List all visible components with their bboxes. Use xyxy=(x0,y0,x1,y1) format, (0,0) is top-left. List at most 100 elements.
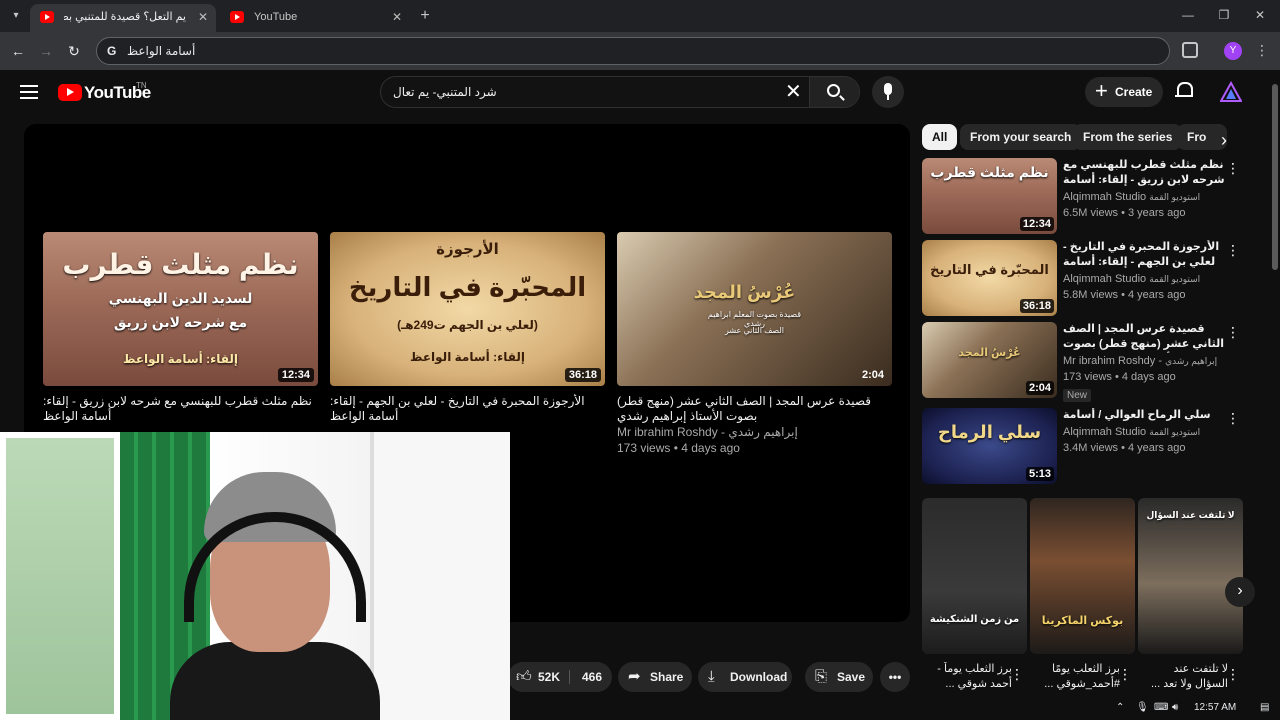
notifications-bell-icon[interactable] xyxy=(1175,82,1193,100)
forward-arrow-icon[interactable]: → xyxy=(36,41,56,61)
new-tab-button[interactable]: + xyxy=(416,6,434,26)
rec-thumbnail[interactable]: المحبّرة في التاريخ 36:18 xyxy=(922,240,1057,316)
short-thumbnail[interactable]: بوكس الماكرينا xyxy=(1030,498,1135,654)
thumbs-up-icon[interactable]: 👍︎ xyxy=(516,662,532,692)
more-vertical-icon[interactable]: ⋮ xyxy=(1226,666,1240,683)
short-title[interactable]: برز الثعلب يومًا #أحمد_شوقي ... xyxy=(1030,662,1120,694)
shorts-next-chevron-icon[interactable]: › xyxy=(1225,577,1255,607)
create-button[interactable]: Create xyxy=(1085,76,1163,107)
recommendation-item[interactable]: المحبّرة في التاريخ 36:18 الأرجوزة المحب… xyxy=(922,240,1252,316)
thumb-caption: الصف الثاني عشر xyxy=(724,326,785,335)
endcard-video[interactable]: الأرجوزة المحبّرة في التاريخ (لعلي بن ال… xyxy=(330,232,605,424)
more-vertical-icon[interactable]: ⋮ xyxy=(1010,666,1024,683)
search-button[interactable] xyxy=(809,77,859,107)
more-vertical-icon[interactable]: ⋮ xyxy=(1226,242,1240,259)
more-actions-button[interactable]: ••• xyxy=(880,662,910,692)
close-tab-icon[interactable]: ✕ xyxy=(198,4,208,30)
short-title[interactable]: لا تلتفت عند السؤال ولا تعد ... xyxy=(1138,662,1228,694)
dislike-count[interactable]: 466 xyxy=(582,662,602,692)
rec-channel[interactable]: Alqimmah Studio استوديو القمة xyxy=(1063,424,1228,440)
reload-icon[interactable]: ↻ xyxy=(64,41,84,61)
rec-title[interactable]: نظم مثلث قطرب للبهنسي مع شرحه لابن زريق … xyxy=(1063,158,1228,189)
youtube-favicon-icon xyxy=(40,11,54,23)
extensions-puzzle-icon[interactable] xyxy=(1182,42,1198,58)
back-arrow-icon[interactable]: ← xyxy=(8,41,28,61)
youtube-header: YouTube TN شرد المتنبي- يم تعال ✕ Create xyxy=(0,70,1280,116)
rec-stats: 173 views • 4 days ago xyxy=(1063,371,1176,383)
rec-channel[interactable]: Mr ibrahim Roshdy - إبراهيم رشدي xyxy=(1063,353,1228,369)
tab-title: YouTube xyxy=(254,11,298,23)
minimize-icon[interactable]: — xyxy=(1178,8,1198,22)
download-label: Download xyxy=(730,670,788,684)
youtube-favicon-icon xyxy=(230,11,244,23)
download-button[interactable]: ⤓ Download xyxy=(698,662,792,692)
endcard-thumbnail[interactable]: الأرجوزة المحبّرة في التاريخ (لعلي بن ال… xyxy=(330,232,605,386)
thumb-caption: المحبّرة في التاريخ xyxy=(930,262,1049,277)
endcard-video[interactable]: عُرْسُ المجد قصيدة بصوت المعلم ابراهيم ر… xyxy=(617,232,892,456)
recommendation-item[interactable]: عُرْسُ المجد 2:04 قصيدة عرس المجد | الصف… xyxy=(922,322,1252,402)
account-avatar-icon[interactable] xyxy=(1220,81,1242,103)
more-vertical-icon[interactable]: ⋮ xyxy=(1226,324,1240,341)
rec-channel[interactable]: Alqimmah Studio استوديو القمة xyxy=(1063,189,1228,205)
short-thumbnail[interactable]: لا تلتفت عند السؤال xyxy=(1138,498,1243,654)
clock[interactable]: 12:57 AM xyxy=(1194,702,1236,713)
profile-avatar[interactable]: Y xyxy=(1224,42,1242,60)
microphone-icon[interactable]: 🎙︎ xyxy=(1136,702,1149,713)
tab-youtube[interactable]: YouTube ✕ xyxy=(220,4,410,32)
rec-thumbnail[interactable]: نظم مثلث قطرب 12:34 xyxy=(922,158,1057,234)
more-vertical-icon[interactable]: ⋮ xyxy=(1118,666,1132,683)
endcard-title[interactable]: الأرجوزة المحبرة في التاريخ - لعلي بن ال… xyxy=(330,394,605,424)
search-input[interactable]: شرد المتنبي- يم تعال xyxy=(393,85,497,99)
share-button[interactable]: ➦ Share xyxy=(618,662,692,692)
rec-channel[interactable]: Alqimmah Studio استوديو القمة xyxy=(1063,271,1228,287)
duration-badge: 12:34 xyxy=(277,368,314,382)
search-box[interactable]: شرد المتنبي- يم تعال ✕ xyxy=(380,76,860,108)
save-button[interactable]: ⎘ Save xyxy=(805,662,873,692)
rec-thumbnail[interactable]: سلي الرماح 5:13 xyxy=(922,408,1057,484)
rec-title[interactable]: قصيدة عرس المجد | الصف الثاني عشر (منهج … xyxy=(1063,322,1228,353)
scrollbar-thumb[interactable] xyxy=(1272,84,1278,270)
chip-from-the-series[interactable]: From the series xyxy=(1073,124,1183,150)
webcam-person xyxy=(170,472,380,720)
browser-menu-icon[interactable]: ⋮ xyxy=(1254,40,1270,60)
recommendation-item[interactable]: نظم مثلث قطرب 12:34 نظم مثلث قطرب للبهنس… xyxy=(922,158,1252,234)
chips-next-chevron-icon[interactable]: › xyxy=(1216,130,1232,150)
hamburger-menu-icon[interactable] xyxy=(20,85,38,99)
endcard-thumbnail[interactable]: نظم مثلث قطرب لسديد الدين البهنسي مع شرح… xyxy=(43,232,318,386)
voice-search-mic-icon[interactable] xyxy=(872,76,904,108)
address-bar[interactable]: G أسامة الواعظ xyxy=(96,37,1170,65)
webcam-overlay xyxy=(0,432,510,720)
endcard-title[interactable]: نظم مثلث قطرب للبهنسي مع شرحه لابن زريق … xyxy=(43,394,318,424)
short-overlay-text: لا تلتفت عند السؤال xyxy=(1146,510,1235,520)
tab-search-chevron-icon[interactable]: ▾ xyxy=(6,6,26,26)
endcard-channel[interactable]: Mr ibrahim Roshdy - إبراهيم رشدي xyxy=(617,424,892,440)
short-title[interactable]: برز الثعلب يوماً - أحمد شوقي ... xyxy=(922,662,1012,694)
browser-tabbar: ▾ يم التعل؟ قصيدة للمتنبي بصوت ✕ YouTube… xyxy=(0,0,1280,32)
chip-from-your-search[interactable]: From your search xyxy=(960,124,1082,150)
rec-title[interactable]: الأرجوزة المحبرة في التاريخ - لعلي بن ال… xyxy=(1063,240,1228,271)
duration-badge: 2:04 xyxy=(1025,381,1054,395)
endcard-video[interactable]: نظم مثلث قطرب لسديد الدين البهنسي مع شرح… xyxy=(43,232,318,424)
restore-icon[interactable]: ❐ xyxy=(1214,8,1234,22)
rec-thumbnail[interactable]: عُرْسُ المجد 2:04 xyxy=(922,322,1057,398)
more-vertical-icon[interactable]: ⋮ xyxy=(1226,410,1240,427)
rec-title[interactable]: سلي الرماح العوالي / أسامة الواعظ xyxy=(1063,408,1228,424)
thumb-caption: مع شرحه لابن زريق xyxy=(113,314,248,330)
short-thumbnail[interactable]: من زمن الشنكيشة xyxy=(922,498,1027,654)
endcard-title[interactable]: قصيدة عرس المجد | الصف الثاني عشر (منهج … xyxy=(617,394,892,424)
network-icon[interactable]: ⌨ xyxy=(1154,702,1168,713)
tray-chevron-icon[interactable]: ⌃ xyxy=(1116,702,1124,713)
like-count[interactable]: 52K xyxy=(538,662,560,692)
recommendation-item[interactable]: سلي الرماح 5:13 سلي الرماح العوالي / أسا… xyxy=(922,408,1252,484)
close-tab-icon[interactable]: ✕ xyxy=(392,4,402,30)
notification-icon[interactable]: ▤ xyxy=(1260,702,1269,713)
chip-all[interactable]: All xyxy=(922,124,958,150)
endcard-thumbnail[interactable]: عُرْسُ المجد قصيدة بصوت المعلم ابراهيم ر… xyxy=(617,232,892,386)
clear-search-icon[interactable]: ✕ xyxy=(785,80,802,104)
webcam-background-door xyxy=(370,432,510,720)
duration-badge: 36:18 xyxy=(564,368,601,382)
volume-icon[interactable]: 🔊︎ xyxy=(1172,702,1178,713)
more-vertical-icon[interactable]: ⋮ xyxy=(1226,160,1240,177)
window-close-icon[interactable]: ✕ xyxy=(1250,8,1270,22)
tab-active[interactable]: يم التعل؟ قصيدة للمتنبي بصوت ✕ xyxy=(30,4,216,32)
